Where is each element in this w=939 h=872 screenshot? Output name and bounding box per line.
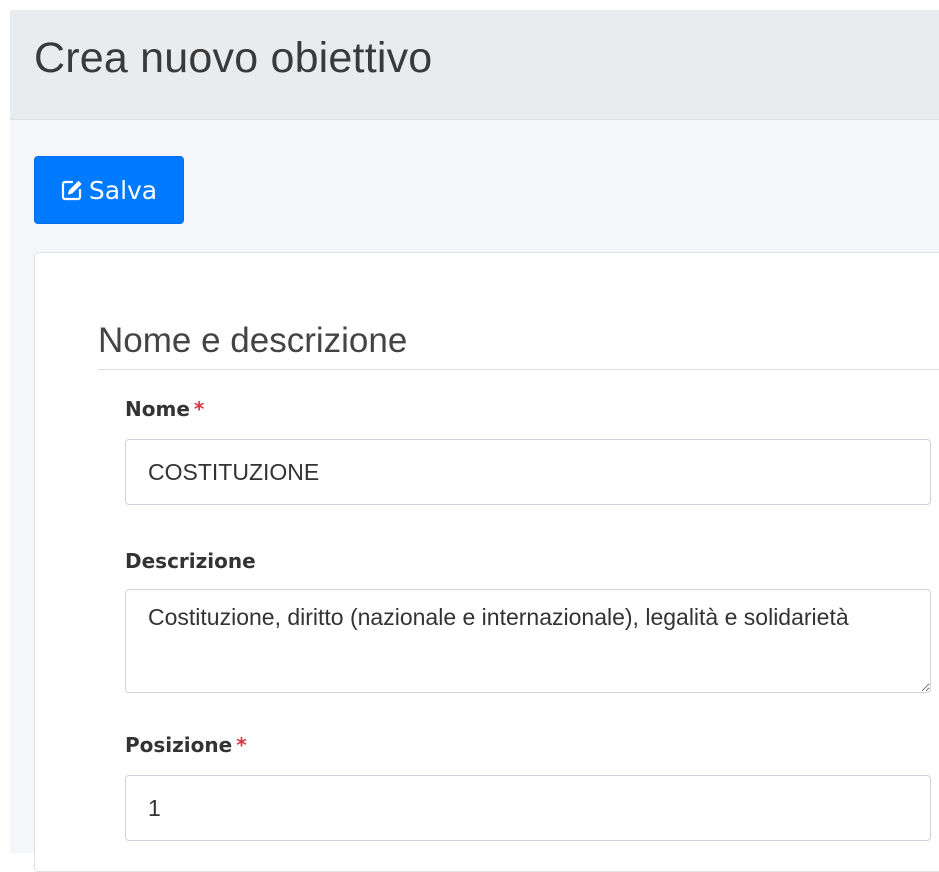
save-button-label: Salva: [88, 175, 158, 205]
form-card: Nome e descrizione Nome* Descrizione Cos…: [34, 252, 939, 872]
section-title: Nome e descrizione: [98, 321, 408, 360]
edit-icon: [61, 179, 83, 201]
save-button[interactable]: Salva: [34, 156, 184, 224]
posizione-label-text: Posizione: [125, 733, 233, 757]
main-content: Salva Nome e descrizione Nome* Descrizio…: [10, 120, 939, 872]
page-header: Crea nuovo obiettivo: [10, 10, 939, 120]
page-title: Crea nuovo obiettivo: [34, 34, 433, 82]
nome-label-text: Nome: [125, 397, 190, 421]
required-marker: *: [236, 733, 247, 757]
descrizione-label: Descrizione: [125, 549, 256, 573]
section-divider: [98, 369, 939, 370]
descrizione-textarea[interactable]: Costituzione, diritto (nazionale e inter…: [125, 589, 931, 693]
posizione-label: Posizione *: [125, 733, 247, 757]
nome-label: Nome *: [125, 397, 204, 421]
posizione-input[interactable]: [125, 775, 931, 841]
descrizione-label-text: Descrizione: [125, 549, 256, 573]
required-marker: *: [193, 397, 205, 421]
nome-input[interactable]: [125, 439, 931, 505]
